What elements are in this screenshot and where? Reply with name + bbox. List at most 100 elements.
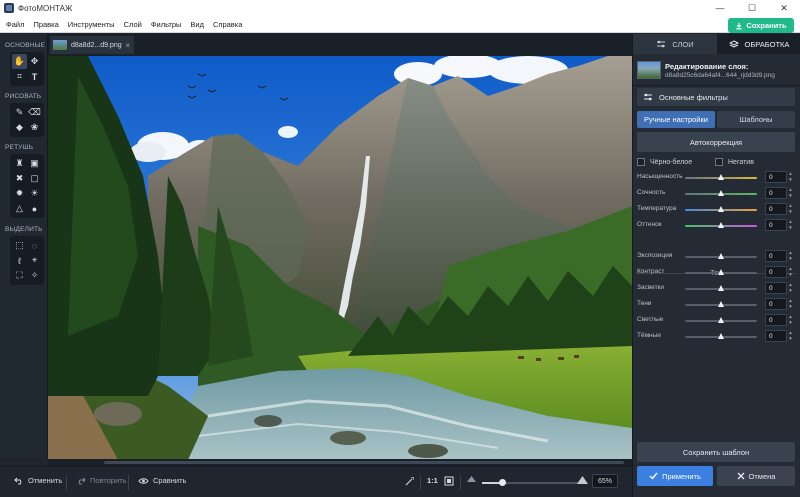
slider-knob[interactable] [718,333,724,339]
spinner-arrows-icon[interactable]: ▲ ▼ [787,298,794,310]
spinner-arrows-icon[interactable]: ▲ ▼ [787,330,794,342]
checkbox-box[interactable] [637,158,645,166]
slider-value-input[interactable]: 0 [765,203,787,215]
crop-tool-icon[interactable]: ⌗ [12,69,27,84]
slider-knob[interactable] [718,301,724,307]
redo-button[interactable]: Повторить [76,476,127,485]
slider-knob[interactable] [718,206,724,212]
slider-value-input[interactable]: 0 [765,314,787,326]
close-window-button[interactable]: ✕ [768,0,800,16]
filters-header[interactable]: Основные фильтры [637,88,795,106]
slider-value-input[interactable]: 0 [765,219,787,231]
scrollbar-thumb[interactable] [104,461,624,464]
slider-knob[interactable] [718,222,724,228]
zoom-value[interactable]: 65% [592,474,618,488]
menu-view[interactable]: Вид [190,20,204,29]
maximize-button[interactable]: ☐ [736,0,768,16]
slider-track[interactable] [685,301,757,307]
fill-tool-icon[interactable]: ◆ [12,120,27,135]
spinner-arrows-icon[interactable]: ▲ ▼ [787,187,794,199]
patch-tool-icon[interactable]: ▣ [27,156,42,171]
slider-value-input[interactable]: 0 [765,187,787,199]
slider-value-input[interactable]: 0 [765,298,787,310]
menu-filters[interactable]: Фильтры [151,20,182,29]
menu-file[interactable]: Файл [6,20,24,29]
sharpen-tool-icon[interactable]: △ [12,201,27,216]
menu-edit[interactable]: Правка [33,20,58,29]
magic-wand-icon[interactable]: ✧ [27,268,42,283]
zoom-slider-knob[interactable] [498,479,506,486]
compare-button[interactable]: Сравнить [138,476,186,485]
blur-tool-icon[interactable]: ▢ [27,171,42,186]
menu-tools[interactable]: Инструменты [68,20,115,29]
slider-knob[interactable] [718,190,724,196]
polygon-lasso-icon[interactable]: ⌖ [27,253,42,268]
hand-tool-icon[interactable]: ✋ [12,54,27,69]
document-tab[interactable]: d8a8d2...d9.png × [50,36,134,54]
slider-value-input[interactable]: 0 [765,330,787,342]
drop-tool-icon[interactable]: ● [27,201,42,216]
slider-knob[interactable] [718,269,724,275]
slider-knob[interactable] [718,174,724,180]
magic-select-icon[interactable]: ⛶ [12,268,27,283]
slider-track[interactable] [685,317,757,323]
healing-tool-icon[interactable]: ✖ [12,171,27,186]
image-canvas[interactable] [48,56,632,460]
slider-track[interactable] [685,269,757,275]
tab-manual-settings[interactable]: Ручные настройки [637,111,715,128]
shapes-tool-icon[interactable]: ❀ [27,120,42,135]
zoom-in-icon[interactable] [577,476,588,484]
menu-help[interactable]: Справка [213,20,242,29]
tab-processing[interactable]: ОБРАБОТКА [717,34,800,54]
slider-knob[interactable] [718,317,724,323]
slider-value-input[interactable]: 0 [765,171,787,183]
slider-track[interactable] [685,190,757,196]
slider-track[interactable] [685,222,757,228]
horizontal-scrollbar[interactable] [48,459,632,466]
ellipse-select-icon[interactable]: ◌ [27,238,42,253]
fit-screen-button[interactable] [444,476,454,486]
slider-track[interactable] [685,333,757,339]
tab-layers[interactable]: СЛОИ [633,34,717,54]
actual-size-button[interactable]: 1:1 [427,476,438,485]
slider-knob[interactable] [718,285,724,291]
eraser-tool-icon[interactable]: ⌫ [27,105,42,120]
apply-button[interactable]: Применить [637,466,713,486]
spinner-arrows-icon[interactable]: ▲ ▼ [787,250,794,262]
spinner-arrows-icon[interactable]: ▲ ▼ [787,266,794,278]
slider-track[interactable] [685,253,757,259]
text-tool-icon[interactable]: T [27,69,42,84]
slider-track[interactable] [685,174,757,180]
slider-value-input[interactable]: 0 [765,250,787,262]
cancel-button[interactable]: Отмена [717,466,795,486]
close-tab-icon[interactable]: × [125,41,130,50]
bw-checkbox[interactable]: Чёрно-белое [637,156,715,168]
tab-templates[interactable]: Шаблоны [717,111,795,128]
brush-tool-icon[interactable]: ✎ [12,105,27,120]
negative-checkbox[interactable]: Негатив [715,156,793,168]
slider-knob[interactable] [718,253,724,259]
slider-track[interactable] [685,285,757,291]
burn-tool-icon[interactable]: ☀ [27,186,42,201]
rect-select-icon[interactable]: ⬚ [12,238,27,253]
spinner-arrows-icon[interactable]: ▲ ▼ [787,282,794,294]
magic-tool-button[interactable] [405,476,415,486]
slider-value-input[interactable]: 0 [765,266,787,278]
zoom-out-icon[interactable] [467,476,476,482]
checkbox-box[interactable] [715,158,723,166]
menu-layer[interactable]: Слой [124,20,142,29]
lasso-icon[interactable]: ℓ [12,253,27,268]
move-tool-icon[interactable]: ✥ [27,54,42,69]
slider-value-input[interactable]: 0 [765,282,787,294]
spinner-arrows-icon[interactable]: ▲ ▼ [787,219,794,231]
spinner-arrows-icon[interactable]: ▲ ▼ [787,314,794,326]
autocorrect-button[interactable]: Автокоррекция [637,132,795,152]
spinner-arrows-icon[interactable]: ▲ ▼ [787,203,794,215]
spinner-arrows-icon[interactable]: ▲ ▼ [787,171,794,183]
stamp-tool-icon[interactable]: ♜ [12,156,27,171]
dodge-tool-icon[interactable]: ✹ [12,186,27,201]
minimize-button[interactable]: — [704,0,736,16]
undo-button[interactable]: Отменить [14,476,62,485]
slider-track[interactable] [685,206,757,212]
save-button[interactable]: Сохранить [728,18,794,33]
